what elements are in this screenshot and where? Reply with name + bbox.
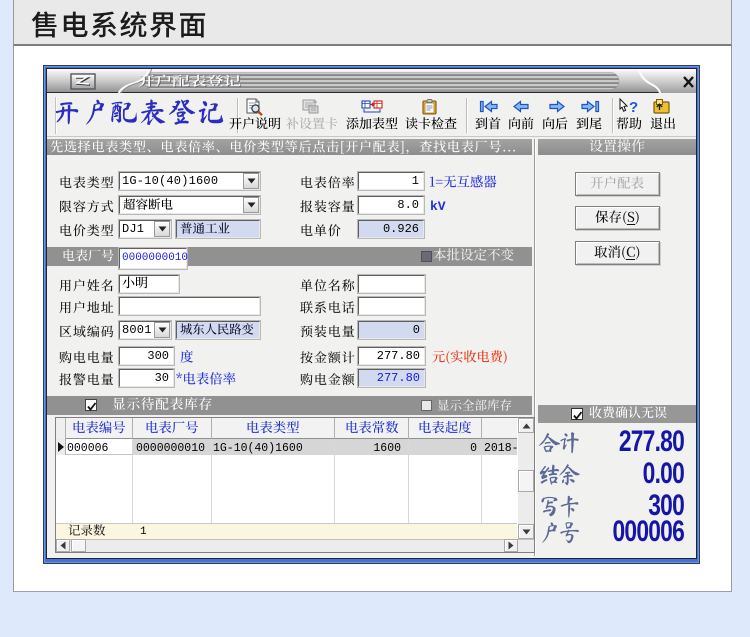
svg-text:?: ? (629, 99, 638, 116)
